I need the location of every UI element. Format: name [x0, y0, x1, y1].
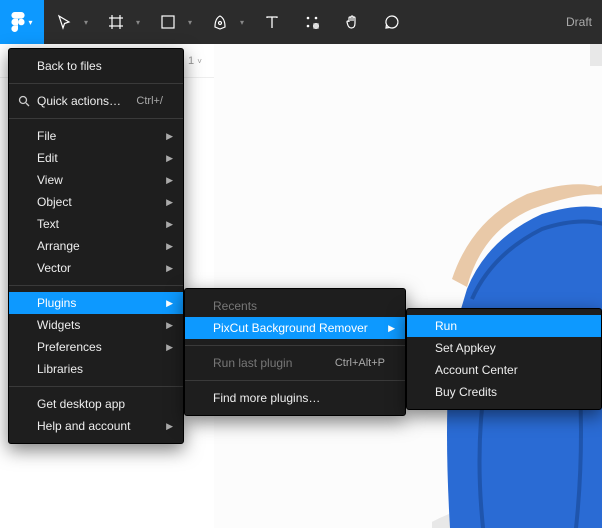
canvas[interactable] — [214, 44, 602, 528]
rectangle-icon — [160, 14, 176, 30]
chevron-down-icon[interactable]: ▾ — [80, 18, 92, 27]
main-menu-button[interactable]: ▾ — [0, 0, 44, 44]
toolbar: ▾ ▾ ▾ ▾ ▾ Draft — [0, 0, 602, 44]
menu-vector[interactable]: Vector▶ — [9, 257, 183, 279]
menu-separator — [185, 380, 405, 381]
comment-icon — [384, 14, 400, 30]
plugin-action-set-appkey[interactable]: Set Appkey — [407, 337, 601, 359]
resources-icon — [304, 14, 320, 30]
menu-arrange[interactable]: Arrange▶ — [9, 235, 183, 257]
menu-separator — [9, 386, 183, 387]
pen-icon — [212, 14, 228, 30]
menu-separator — [9, 285, 183, 286]
move-tool[interactable] — [44, 0, 84, 44]
resources-tool[interactable] — [292, 0, 332, 44]
figma-icon — [11, 12, 25, 32]
plugin-action-run[interactable]: Run — [407, 315, 601, 337]
plugins-find-more[interactable]: Find more plugins… — [185, 387, 405, 409]
toolbar-left: ▾ ▾ ▾ ▾ ▾ — [0, 0, 566, 44]
menu-get-desktop-app[interactable]: Get desktop app — [9, 393, 183, 415]
chevron-down-icon[interactable]: ▾ — [132, 18, 144, 27]
shape-tool[interactable] — [148, 0, 188, 44]
menu-quick-actions[interactable]: Quick actions…Ctrl+/ — [9, 90, 183, 112]
menu-widgets[interactable]: Widgets▶ — [9, 314, 183, 336]
hand-tool[interactable] — [332, 0, 372, 44]
pen-tool[interactable] — [200, 0, 240, 44]
frame-tool[interactable] — [96, 0, 136, 44]
menu-file[interactable]: File▶ — [9, 125, 183, 147]
plugins-submenu: Recents PixCut Background Remover▶ Run l… — [184, 288, 406, 416]
plugins-run-last: Run last pluginCtrl+Alt+P — [185, 352, 405, 374]
chevron-down-icon: ▾ — [28, 18, 32, 27]
menu-help-account[interactable]: Help and account▶ — [9, 415, 183, 437]
menu-separator — [9, 118, 183, 119]
file-status: Draft — [566, 15, 602, 29]
menu-back-to-files[interactable]: Back to files — [9, 55, 183, 77]
menu-preferences[interactable]: Preferences▶ — [9, 336, 183, 358]
menu-libraries[interactable]: Libraries — [9, 358, 183, 380]
menu-view[interactable]: View▶ — [9, 169, 183, 191]
text-icon — [264, 14, 280, 30]
scrollbar-track[interactable] — [590, 44, 602, 66]
plugin-actions-submenu: Run Set Appkey Account Center Buy Credit… — [406, 308, 602, 410]
main-menu: Back to files Quick actions…Ctrl+/ File▶… — [8, 48, 184, 444]
cursor-icon — [56, 14, 72, 30]
menu-edit[interactable]: Edit▶ — [9, 147, 183, 169]
comment-tool[interactable] — [372, 0, 412, 44]
text-tool[interactable] — [252, 0, 292, 44]
plugin-action-account-center[interactable]: Account Center — [407, 359, 601, 381]
plugin-pixcut[interactable]: PixCut Background Remover▶ — [185, 317, 405, 339]
menu-separator — [9, 83, 183, 84]
frame-icon — [108, 14, 124, 30]
panel-caret-label[interactable]: 1 ˅ — [188, 55, 202, 67]
menu-text[interactable]: Text▶ — [9, 213, 183, 235]
menu-object[interactable]: Object▶ — [9, 191, 183, 213]
menu-separator — [185, 345, 405, 346]
menu-plugins[interactable]: Plugins▶ — [9, 292, 183, 314]
search-icon — [17, 95, 31, 107]
plugins-recents: Recents — [185, 295, 405, 317]
chevron-down-icon[interactable]: ▾ — [184, 18, 196, 27]
hand-icon — [344, 14, 360, 30]
plugin-action-buy-credits[interactable]: Buy Credits — [407, 381, 601, 403]
chevron-down-icon[interactable]: ▾ — [236, 18, 248, 27]
